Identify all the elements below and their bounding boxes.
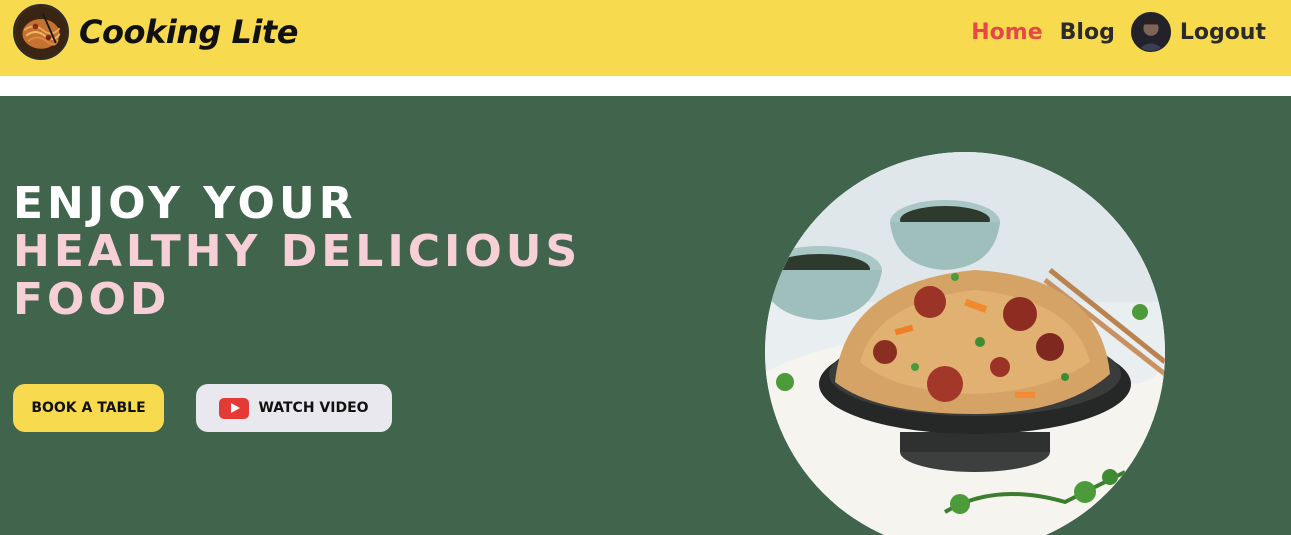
headline-line-2: HEALTHY DELICIOUS	[13, 226, 582, 277]
user-avatar[interactable]	[1130, 12, 1171, 52]
hero-headline: ENJOY YOUR HEALTHY DELICIOUS FOOD	[13, 180, 581, 324]
fried-rice-bowl-icon	[765, 152, 1165, 535]
book-table-button[interactable]: BOOK A TABLE	[13, 384, 164, 432]
hero-food-image	[765, 152, 1165, 535]
headline-line-3: FOOD	[13, 274, 171, 325]
main-nav: Home Blog Logout	[971, 12, 1266, 52]
hero-section: ENJOY YOUR HEALTHY DELICIOUS FOOD BOOK A…	[0, 96, 1291, 535]
noodle-dish-logo-icon	[15, 6, 67, 58]
nav-home-link[interactable]: Home	[971, 20, 1042, 45]
top-navbar: Cooking Lite Home Blog Logout	[0, 0, 1291, 76]
hero-actions: BOOK A TABLE WATCH VIDEO	[13, 384, 392, 432]
brand-name: Cooking Lite	[79, 13, 298, 51]
watch-video-button[interactable]: WATCH VIDEO	[196, 384, 392, 432]
user-photo-icon	[1131, 13, 1170, 51]
headline-line-1: ENJOY YOUR	[13, 178, 357, 229]
logo-image	[13, 4, 69, 60]
nav-blog-link[interactable]: Blog	[1060, 20, 1115, 45]
youtube-play-icon	[219, 397, 250, 419]
nav-logout-link[interactable]: Logout	[1180, 20, 1266, 45]
watch-video-label: WATCH VIDEO	[258, 400, 369, 416]
brand[interactable]: Cooking Lite	[13, 4, 298, 60]
